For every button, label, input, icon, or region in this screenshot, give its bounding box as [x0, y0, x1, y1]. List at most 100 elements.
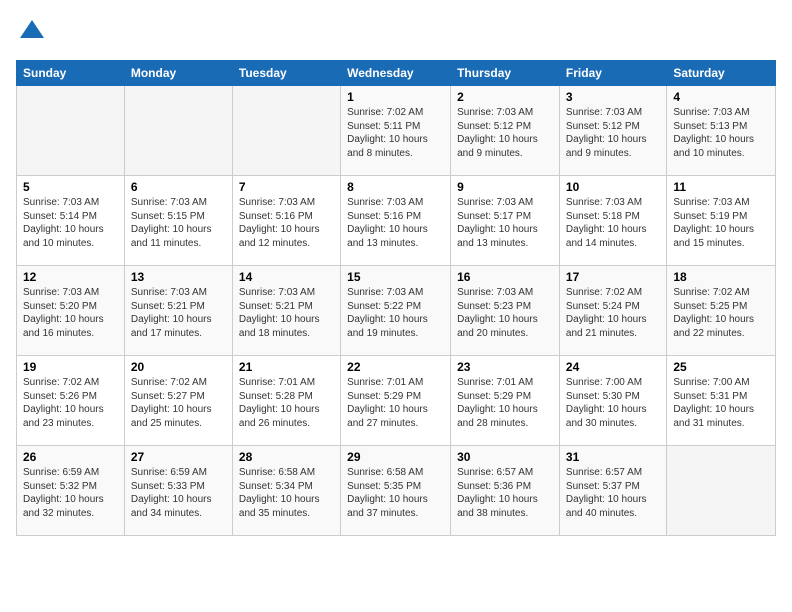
day-number: 6	[131, 180, 226, 194]
calendar-cell: 15Sunrise: 7:03 AM Sunset: 5:22 PM Dayli…	[341, 266, 451, 356]
day-info: Sunrise: 6:57 AM Sunset: 5:37 PM Dayligh…	[566, 466, 660, 520]
day-info: Sunrise: 7:00 AM Sunset: 5:30 PM Dayligh…	[566, 376, 660, 430]
calendar-cell: 29Sunrise: 6:58 AM Sunset: 5:35 PM Dayli…	[341, 446, 451, 536]
day-info: Sunrise: 7:03 AM Sunset: 5:21 PM Dayligh…	[131, 286, 226, 340]
calendar-cell: 17 Sunrise: 7:02 AM Sunset: 5:24 PM Dayli…	[559, 266, 666, 356]
day-number: 20	[131, 360, 226, 374]
week-row-1: 1 Sunrise: 7:02 AM Sunset: 5:11 PM Daylig…	[17, 86, 776, 176]
calendar-cell: 11Sunrise: 7:03 AM Sunset: 5:19 PM Dayli…	[667, 176, 776, 266]
day-number: 5	[23, 180, 118, 194]
calendar-cell: 31 Sunrise: 6:57 AM Sunset: 5:37 PM Dayli…	[559, 446, 666, 536]
calendar-cell	[17, 86, 125, 176]
calendar-cell: 2 Sunrise: 7:03 AM Sunset: 5:12 PM Daylig…	[451, 86, 560, 176]
day-number: 1	[347, 90, 444, 104]
day-info: Sunrise: 7:03 AM Sunset: 5:17 PM Dayligh…	[457, 196, 553, 250]
day-info: Sunrise: 7:00 AM Sunset: 5:31 PM Dayligh…	[673, 376, 769, 430]
day-info: Sunrise: 7:03 AM Sunset: 5:13 PM Dayligh…	[673, 106, 769, 160]
day-info: Sunrise: 7:02 AM Sunset: 5:25 PM Dayligh…	[673, 286, 769, 340]
day-number: 2	[457, 90, 553, 104]
day-number: 27	[131, 450, 226, 464]
calendar-cell: 4 Sunrise: 7:03 AM Sunset: 5:13 PM Daylig…	[667, 86, 776, 176]
week-row-4: 19 Sunrise: 7:02 AM Sunset: 5:26 PM Dayli…	[17, 356, 776, 446]
column-header-tuesday: Tuesday	[232, 61, 340, 86]
day-info: Sunrise: 7:03 AM Sunset: 5:18 PM Dayligh…	[566, 196, 660, 250]
calendar-cell: 23 Sunrise: 7:01 AM Sunset: 5:29 PM Dayli…	[451, 356, 560, 446]
day-number: 18	[673, 270, 769, 284]
day-number: 4	[673, 90, 769, 104]
day-info: Sunrise: 7:02 AM Sunset: 5:11 PM Dayligh…	[347, 106, 444, 160]
calendar-cell: 25 Sunrise: 7:00 AM Sunset: 5:31 PM Dayli…	[667, 356, 776, 446]
day-info: Sunrise: 7:01 AM Sunset: 5:29 PM Dayligh…	[457, 376, 553, 430]
calendar-cell: 24 Sunrise: 7:00 AM Sunset: 5:30 PM Dayli…	[559, 356, 666, 446]
calendar-cell	[232, 86, 340, 176]
calendar-cell: 6Sunrise: 7:03 AM Sunset: 5:15 PM Daylig…	[124, 176, 232, 266]
day-number: 24	[566, 360, 660, 374]
day-number: 26	[23, 450, 118, 464]
calendar-cell: 21 Sunrise: 7:01 AM Sunset: 5:28 PM Dayli…	[232, 356, 340, 446]
calendar-cell: 22 Sunrise: 7:01 AM Sunset: 5:29 PM Dayli…	[341, 356, 451, 446]
day-number: 23	[457, 360, 553, 374]
day-info: Sunrise: 6:58 AM Sunset: 5:34 PM Dayligh…	[239, 466, 334, 520]
week-row-2: 5 Sunrise: 7:03 AM Sunset: 5:14 PM Daylig…	[17, 176, 776, 266]
calendar-cell: 9Sunrise: 7:03 AM Sunset: 5:17 PM Daylig…	[451, 176, 560, 266]
column-header-monday: Monday	[124, 61, 232, 86]
calendar-cell: 3 Sunrise: 7:03 AM Sunset: 5:12 PM Daylig…	[559, 86, 666, 176]
day-number: 25	[673, 360, 769, 374]
day-info: Sunrise: 6:57 AM Sunset: 5:36 PM Dayligh…	[457, 466, 553, 520]
calendar-cell	[124, 86, 232, 176]
day-number: 31	[566, 450, 660, 464]
calendar-cell: 7Sunrise: 7:03 AM Sunset: 5:16 PM Daylig…	[232, 176, 340, 266]
day-number: 28	[239, 450, 334, 464]
page-header	[16, 16, 776, 50]
calendar-cell: 16 Sunrise: 7:03 AM Sunset: 5:23 PM Dayli…	[451, 266, 560, 356]
day-number: 7	[239, 180, 334, 194]
day-number: 16	[457, 270, 553, 284]
calendar-cell: 27 Sunrise: 6:59 AM Sunset: 5:33 PM Dayli…	[124, 446, 232, 536]
column-header-sunday: Sunday	[17, 61, 125, 86]
day-number: 10	[566, 180, 660, 194]
day-info: Sunrise: 7:01 AM Sunset: 5:29 PM Dayligh…	[347, 376, 444, 430]
logo	[16, 16, 46, 50]
week-row-5: 26Sunrise: 6:59 AM Sunset: 5:32 PM Dayli…	[17, 446, 776, 536]
day-info: Sunrise: 7:02 AM Sunset: 5:26 PM Dayligh…	[23, 376, 118, 430]
calendar-cell: 10 Sunrise: 7:03 AM Sunset: 5:18 PM Dayli…	[559, 176, 666, 266]
calendar-cell	[667, 446, 776, 536]
day-info: Sunrise: 6:59 AM Sunset: 5:33 PM Dayligh…	[131, 466, 226, 520]
calendar-cell: 5 Sunrise: 7:03 AM Sunset: 5:14 PM Daylig…	[17, 176, 125, 266]
day-number: 8	[347, 180, 444, 194]
day-info: Sunrise: 7:03 AM Sunset: 5:22 PM Dayligh…	[347, 286, 444, 340]
calendar-cell: 12 Sunrise: 7:03 AM Sunset: 5:20 PM Dayli…	[17, 266, 125, 356]
day-number: 3	[566, 90, 660, 104]
day-info: Sunrise: 7:03 AM Sunset: 5:16 PM Dayligh…	[347, 196, 444, 250]
column-header-thursday: Thursday	[451, 61, 560, 86]
day-info: Sunrise: 7:03 AM Sunset: 5:14 PM Dayligh…	[23, 196, 118, 250]
day-info: Sunrise: 7:03 AM Sunset: 5:23 PM Dayligh…	[457, 286, 553, 340]
day-number: 14	[239, 270, 334, 284]
day-info: Sunrise: 7:02 AM Sunset: 5:27 PM Dayligh…	[131, 376, 226, 430]
day-number: 22	[347, 360, 444, 374]
day-info: Sunrise: 6:58 AM Sunset: 5:35 PM Dayligh…	[347, 466, 444, 520]
column-header-wednesday: Wednesday	[341, 61, 451, 86]
day-info: Sunrise: 7:03 AM Sunset: 5:20 PM Dayligh…	[23, 286, 118, 340]
day-info: Sunrise: 7:03 AM Sunset: 5:21 PM Dayligh…	[239, 286, 334, 340]
day-info: Sunrise: 7:03 AM Sunset: 5:12 PM Dayligh…	[457, 106, 553, 160]
day-number: 21	[239, 360, 334, 374]
calendar-cell: 19 Sunrise: 7:02 AM Sunset: 5:26 PM Dayli…	[17, 356, 125, 446]
column-header-friday: Friday	[559, 61, 666, 86]
header-row: SundayMondayTuesdayWednesdayThursdayFrid…	[17, 61, 776, 86]
day-info: Sunrise: 7:03 AM Sunset: 5:12 PM Dayligh…	[566, 106, 660, 160]
calendar-cell: 30 Sunrise: 6:57 AM Sunset: 5:36 PM Dayli…	[451, 446, 560, 536]
day-number: 17	[566, 270, 660, 284]
logo-text	[16, 16, 46, 50]
calendar-cell: 14 Sunrise: 7:03 AM Sunset: 5:21 PM Dayli…	[232, 266, 340, 356]
day-info: Sunrise: 7:02 AM Sunset: 5:24 PM Dayligh…	[566, 286, 660, 340]
calendar-cell: 28 Sunrise: 6:58 AM Sunset: 5:34 PM Dayli…	[232, 446, 340, 536]
day-number: 30	[457, 450, 553, 464]
calendar-cell: 20 Sunrise: 7:02 AM Sunset: 5:27 PM Dayli…	[124, 356, 232, 446]
calendar-cell: 13Sunrise: 7:03 AM Sunset: 5:21 PM Dayli…	[124, 266, 232, 356]
day-number: 12	[23, 270, 118, 284]
day-info: Sunrise: 7:03 AM Sunset: 5:19 PM Dayligh…	[673, 196, 769, 250]
day-info: Sunrise: 7:01 AM Sunset: 5:28 PM Dayligh…	[239, 376, 334, 430]
day-number: 19	[23, 360, 118, 374]
calendar-cell: 18 Sunrise: 7:02 AM Sunset: 5:25 PM Dayli…	[667, 266, 776, 356]
